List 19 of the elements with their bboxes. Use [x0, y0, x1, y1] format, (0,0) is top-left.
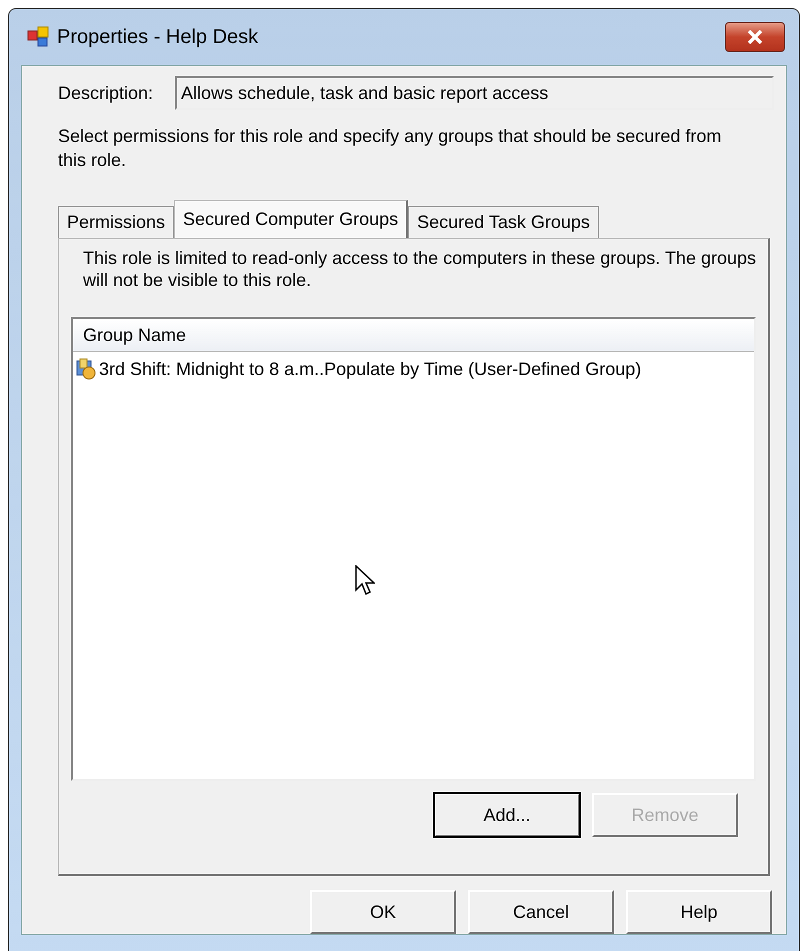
window-title: Properties - Help Desk: [57, 26, 260, 48]
description-label: Description:: [58, 82, 154, 104]
close-icon: [747, 30, 763, 44]
dialog-button[interactable]: Cancel: [468, 890, 614, 934]
dialog-button[interactable]: OK: [310, 890, 456, 934]
description-field[interactable]: Allows schedule, task and basic report access: [175, 76, 774, 110]
panel-note: This role is limited to read-only access to the computers in these groups. The groups will not be visible to this role.: [83, 247, 756, 291]
column-header[interactable]: Group Name: [73, 319, 754, 351]
close-button[interactable]: [725, 22, 785, 52]
instructions-text: Select permissions for this role and specify any groups that should be secured from this role.: [58, 125, 722, 172]
tab[interactable]: Secured Task Groups: [408, 206, 599, 238]
mouse-cursor-icon: [355, 565, 375, 597]
tab[interactable]: Secured Computer Groups: [174, 200, 408, 238]
dialog-button[interactable]: Add...: [434, 793, 580, 837]
list-item[interactable]: 3rd Shift: Midnight to 8 a.m..Populate by Time (User-Defined Group): [73, 352, 754, 386]
app-icon: [27, 26, 49, 48]
tab[interactable]: Permissions: [58, 206, 174, 238]
group-icon: [75, 358, 97, 380]
dialog-button[interactable]: Help: [626, 890, 772, 934]
